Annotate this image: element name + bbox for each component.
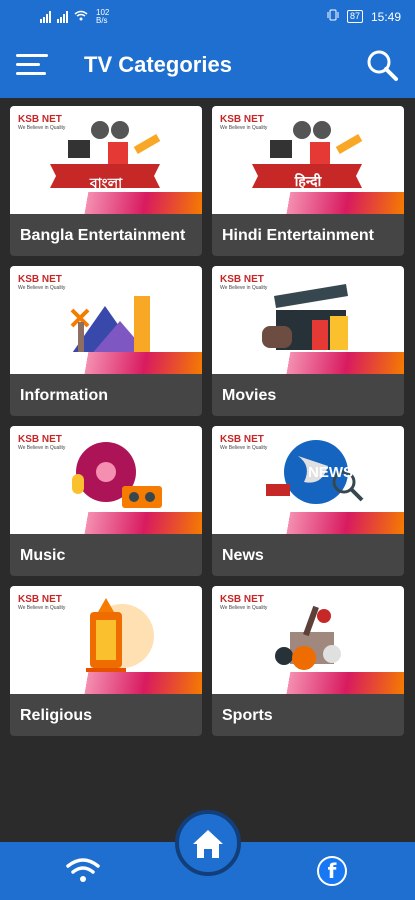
category-thumbnail: KSB NET We Believe in Quality हिन्दी: [212, 106, 404, 214]
menu-icon-line: [16, 72, 46, 75]
category-card-religious[interactable]: KSB NET We Believe in Quality Religious: [10, 586, 202, 736]
thumb-stripe: [212, 192, 404, 214]
category-card-music[interactable]: KSB NET We Believe in Quality Music: [10, 426, 202, 576]
wifi-button[interactable]: [66, 856, 100, 884]
category-label: Information: [20, 387, 108, 404]
category-label: Bangla Entertainment: [20, 227, 186, 244]
thumb-stripe: [212, 512, 404, 534]
net-speed: 102 B/s: [96, 9, 109, 25]
battery-level: 87: [349, 11, 360, 21]
category-label: Sports: [222, 707, 273, 724]
clock: 15:49: [370, 9, 401, 24]
search-icon: [367, 50, 398, 81]
category-thumbnail: KSB NET We Believe in Quality: [10, 266, 202, 374]
category-thumbnail: KSB NET We Believe in Quality বাংলা: [10, 106, 202, 214]
category-thumbnail: KSB NET We Believe in Quality: [212, 586, 404, 694]
vibrate-icon: [327, 9, 339, 24]
net-speed-unit: B/s: [96, 16, 108, 25]
menu-icon: [16, 54, 48, 57]
category-card-movies[interactable]: KSB NET We Believe in Quality Movies: [212, 266, 404, 416]
category-card-sports[interactable]: KSB NET We Believe in Quality Sports: [212, 586, 404, 736]
status-right: 87 15:49: [327, 9, 401, 24]
signal-icon-2: [57, 11, 68, 23]
category-thumbnail: KSB NET We Believe in Quality: [212, 266, 404, 374]
category-label: News: [222, 547, 264, 564]
category-label: Movies: [222, 387, 277, 404]
menu-icon-line: [16, 63, 40, 66]
facebook-icon: f: [327, 859, 337, 883]
page-title: TV Categories: [84, 52, 232, 77]
battery-icon: 87: [346, 10, 363, 23]
thumb-stripe: [212, 672, 404, 694]
wifi-status-icon: [74, 10, 88, 24]
status-left: 102 B/s: [40, 9, 109, 25]
category-card-hindi[interactable]: KSB NET We Believe in Quality हिन्दी Hind…: [212, 106, 404, 256]
category-card-bangla[interactable]: KSB NET We Believe in Quality বাংলা Bangl…: [10, 106, 202, 256]
category-card-information[interactable]: KSB NET We Believe in Quality Information: [10, 266, 202, 416]
thumb-stripe: [10, 192, 202, 214]
menu-button[interactable]: [16, 52, 48, 78]
thumb-stripe: [10, 672, 202, 694]
thumb-stripe: [10, 512, 202, 534]
wifi-icon: [66, 858, 100, 882]
search-button[interactable]: [365, 48, 399, 82]
category-grid: KSB NET We Believe in Quality বাংলা Bangl…: [10, 106, 405, 736]
thumb-script-text: हिन्दी: [294, 174, 322, 190]
category-card-news[interactable]: KSB NET We Believe in Quality NEWS News: [212, 426, 404, 576]
category-thumbnail: KSB NET We Believe in Quality: [10, 426, 202, 534]
home-icon: [193, 830, 223, 858]
status-bar: 102 B/s 87 15:49: [0, 0, 415, 34]
signal-icon: [40, 11, 51, 23]
home-button[interactable]: [175, 810, 241, 876]
facebook-button[interactable]: f: [317, 856, 347, 886]
category-thumbnail: KSB NET We Believe in Quality: [10, 586, 202, 694]
category-label: Religious: [20, 707, 93, 724]
category-label: Music: [20, 547, 66, 564]
category-thumbnail: KSB NET We Believe in Quality NEWS: [212, 426, 404, 534]
app-bar: TV Categories: [0, 34, 415, 98]
thumb-stripe: [10, 352, 202, 374]
thumb-news-text: NEWS: [308, 464, 353, 481]
thumb-stripe: [212, 352, 404, 374]
category-label: Hindi Entertainment: [222, 227, 375, 244]
